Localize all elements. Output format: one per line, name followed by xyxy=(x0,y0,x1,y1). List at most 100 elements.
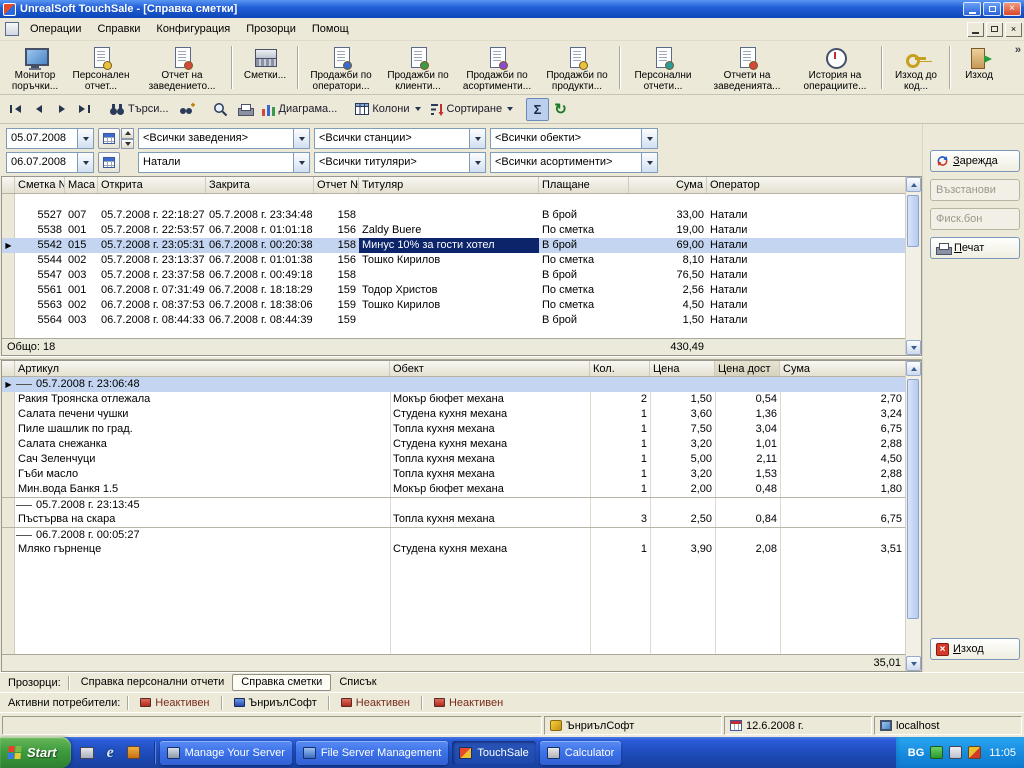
column-header[interactable]: Плащане xyxy=(539,177,629,193)
task-calculator[interactable]: Calculator xyxy=(540,741,622,765)
preview-button[interactable] xyxy=(208,98,233,121)
language-indicator[interactable]: BG xyxy=(908,747,925,759)
menu-help[interactable]: Помощ xyxy=(304,20,357,38)
print-button-toolbar[interactable] xyxy=(233,98,257,121)
minimize-button[interactable] xyxy=(963,2,981,16)
table-row[interactable]: 556100106.7.2008 г. 07:31:4906.7.2008 г.… xyxy=(2,283,905,298)
menu-operations[interactable]: Операции xyxy=(22,20,89,38)
table-row[interactable]: Салата печени чушкиСтудена кухня механа1… xyxy=(2,407,905,422)
menu-configuration[interactable]: Конфигурация xyxy=(148,20,238,38)
sort-button[interactable]: Сортиране xyxy=(426,98,519,121)
spin-down-button[interactable] xyxy=(121,139,134,150)
column-header[interactable]: Артикул xyxy=(15,361,390,376)
mdi-close-button[interactable]: × xyxy=(1005,22,1022,37)
scrollbar-thumb[interactable] xyxy=(907,195,919,247)
column-header[interactable]: Обект xyxy=(390,361,590,376)
operator-dropdown[interactable] xyxy=(293,153,309,172)
scroll-down-button[interactable] xyxy=(906,656,921,671)
antivirus-tray-icon[interactable] xyxy=(930,746,943,759)
diagram-button[interactable]: Диаграма... xyxy=(257,98,343,121)
scrollbar-thumb[interactable] xyxy=(907,379,919,619)
toolbar-button-sales-by-clients[interactable]: Продажби по клиенти... xyxy=(380,43,456,92)
column-header[interactable]: Отчет № xyxy=(314,177,359,193)
mdi-minimize-button[interactable] xyxy=(967,22,984,37)
toolbar-button-order-monitor[interactable]: Монитор поръчки... xyxy=(4,43,66,92)
column-header[interactable]: Цена xyxy=(650,361,715,376)
calendar-button-from[interactable] xyxy=(98,128,120,149)
objects-dropdown[interactable] xyxy=(641,129,657,148)
assortments-dropdown[interactable] xyxy=(641,153,657,172)
spin-up-button[interactable] xyxy=(121,128,134,139)
date-to-dropdown[interactable] xyxy=(77,153,93,172)
table-row[interactable]: Пиле шашлик по град.Топла кухня механа17… xyxy=(2,422,905,437)
show-desktop-icon[interactable] xyxy=(79,744,96,761)
table-row[interactable]: Салата снежанкаСтудена кухня механа13,20… xyxy=(2,437,905,452)
table-row[interactable]: 552700705.7.2008 г. 22:18:2705.7.2008 г.… xyxy=(2,208,905,223)
close-button[interactable]: × xyxy=(1003,2,1021,16)
task-file-server-management[interactable]: File Server Management xyxy=(296,741,448,765)
column-header-sorted[interactable]: Цена дост xyxy=(715,361,780,376)
table-row[interactable]: 554700305.7.2008 г. 23:37:5806.7.2008 г.… xyxy=(2,268,905,283)
table-row-selected[interactable]: 554201505.7.2008 г. 23:05:3106.7.2008 г.… xyxy=(2,238,905,253)
toolbar-button-operations-history[interactable]: История на операциите... xyxy=(792,43,878,92)
stations-dropdown[interactable] xyxy=(469,129,485,148)
objects-combo[interactable]: <Всички обекти> xyxy=(490,128,658,149)
table-row[interactable]: Пъстърва на скараТопла кухня механа32,50… xyxy=(2,512,905,527)
calendar-button-to[interactable] xyxy=(98,152,120,173)
toolbar-button-sales-by-assortments[interactable]: Продажби по асортименти... xyxy=(456,43,538,92)
table-row[interactable]: Сач ЗеленчуциТопла кухня механа15,002,11… xyxy=(2,452,905,467)
window-tab-personal-reports[interactable]: Справка персонални отчети xyxy=(73,674,233,691)
prev-record-button[interactable] xyxy=(27,98,50,121)
task-touchsale[interactable]: TouchSale xyxy=(452,741,535,765)
totals-toggle-button[interactable]: Σ xyxy=(526,98,549,121)
task-manage-your-server[interactable]: Manage Your Server xyxy=(160,741,292,765)
toolbar-button-venue-report[interactable]: Отчет на заведението... xyxy=(136,43,228,92)
venues-combo[interactable]: <Всички заведения> xyxy=(138,128,310,149)
first-record-button[interactable] xyxy=(4,98,27,121)
table-row[interactable]: Мляко гърненцеСтудена кухня механа13,902… xyxy=(2,542,905,557)
table-row[interactable]: Мин.вода Банкя 1.5Мокър бюфет механа12,0… xyxy=(2,482,905,497)
toolbar-button-exit-to-code[interactable]: Изход до код... xyxy=(886,43,946,92)
exit-button[interactable]: × Изход xyxy=(930,638,1020,660)
holders-dropdown[interactable] xyxy=(469,153,485,172)
table-row[interactable]: 554400205.7.2008 г. 23:13:3706.7.2008 г.… xyxy=(2,253,905,268)
table-row[interactable]: 556400306.7.2008 г. 08:44:3306.7.2008 г.… xyxy=(2,313,905,328)
search-next-button[interactable] xyxy=(174,98,200,121)
bills-scrollbar[interactable] xyxy=(905,177,921,355)
toolbar-button-personal-report[interactable]: Персонален отчет... xyxy=(66,43,136,92)
load-button[interactable]: Зарежда xyxy=(930,150,1020,172)
last-record-button[interactable] xyxy=(73,98,96,121)
group-row[interactable]: 06.7.2008 г. 00:05:27 xyxy=(2,527,905,542)
assortments-combo[interactable]: <Всички асортименти> xyxy=(490,152,658,173)
mdi-restore-button[interactable] xyxy=(986,22,1003,37)
column-header[interactable]: Закрита xyxy=(206,177,314,193)
column-header[interactable]: Титуляр xyxy=(359,177,539,193)
menu-reports[interactable]: Справки xyxy=(89,20,148,38)
menu-windows[interactable]: Прозорци xyxy=(238,20,304,38)
group-row-selected[interactable]: 05.7.2008 г. 23:06:48 xyxy=(2,377,905,392)
date-spinner[interactable] xyxy=(121,128,134,149)
table-row[interactable]: 553800105.7.2008 г. 22:53:5706.7.2008 г.… xyxy=(2,223,905,238)
user-slot-1[interactable]: Неактивен xyxy=(132,697,217,709)
stations-combo[interactable]: <Всички станции> xyxy=(314,128,486,149)
toolbar-button-venue-reports[interactable]: Отчети на заведенията... xyxy=(702,43,792,92)
toolbar-button-exit[interactable]: Изход xyxy=(954,43,1004,92)
holders-combo[interactable]: <Всички титуляри> xyxy=(314,152,486,173)
toolbar-overflow-chevron[interactable]: » xyxy=(1015,44,1021,56)
date-from-field[interactable]: 05.07.2008 xyxy=(6,128,94,149)
toolbar-button-sales-by-operators[interactable]: Продажби по оператори... xyxy=(302,43,380,92)
scroll-up-button[interactable] xyxy=(906,177,921,192)
window-tab-bills-report[interactable]: Справка сметки xyxy=(232,674,331,691)
column-header[interactable]: Маса xyxy=(65,177,98,193)
column-header[interactable]: Сума xyxy=(629,177,707,193)
window-tab-list[interactable]: Списък xyxy=(331,674,384,691)
operator-combo[interactable]: Натали xyxy=(138,152,310,173)
start-button[interactable]: Start xyxy=(0,737,71,768)
print-button[interactable]: Печат xyxy=(930,237,1020,259)
search-button[interactable]: Търси... xyxy=(104,98,174,121)
table-row[interactable]: Гъби маслоТопла кухня механа13,201,532,8… xyxy=(2,467,905,482)
date-to-field[interactable]: 06.07.2008 xyxy=(6,152,94,173)
column-header[interactable]: Открита xyxy=(98,177,206,193)
volume-tray-icon[interactable] xyxy=(949,746,962,759)
toolbar-button-personal-reports[interactable]: Персонални отчети... xyxy=(624,43,702,92)
